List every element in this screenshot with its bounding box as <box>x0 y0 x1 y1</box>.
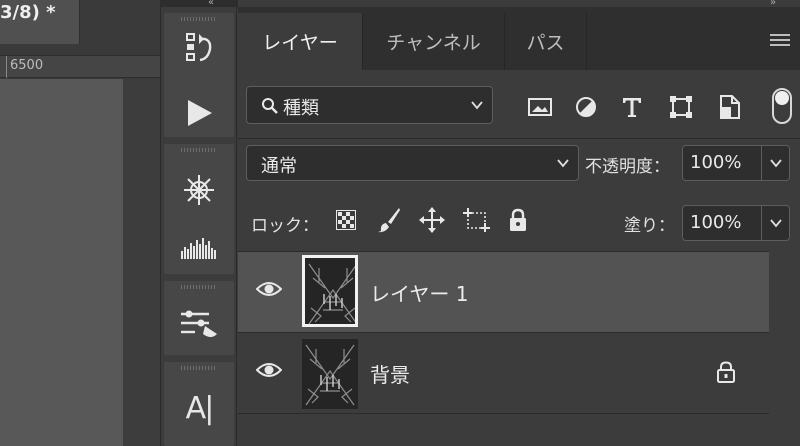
ruler-label: 6500 <box>10 58 44 73</box>
lock-row: ロック： 塗り： 100% <box>238 193 800 251</box>
toggle-knob <box>775 91 789 105</box>
eye-icon <box>255 282 283 296</box>
chevron-down-icon <box>557 159 569 168</box>
layer-visibility-toggle[interactable] <box>255 280 283 302</box>
document-canvas[interactable] <box>0 79 123 446</box>
filter-adjustment-button[interactable] <box>571 92 601 122</box>
opacity-input[interactable]: 100% <box>682 145 762 181</box>
filter-kind-select[interactable]: 種類 <box>246 86 493 124</box>
character-type-icon: A| <box>185 390 215 426</box>
layers-panel: レイヤー チャンネル パス 種類 通常 不透明度： 100% ロック： 塗り： … <box>238 7 800 446</box>
lock-artboard-button[interactable] <box>462 206 492 234</box>
tool-group-adjustments <box>164 281 234 355</box>
document-area: 3/8) * 6500 <box>0 0 160 446</box>
layer-visibility-toggle[interactable] <box>255 361 283 383</box>
navigator-wheel-icon <box>184 175 214 205</box>
filter-kind-value: 種類 <box>283 98 319 119</box>
move-arrows-icon <box>419 207 445 233</box>
opacity-dropdown-button[interactable] <box>761 145 790 181</box>
artboard-icon <box>463 208 490 232</box>
tab-paths[interactable]: パス <box>505 13 587 70</box>
layer-thumbnail[interactable] <box>302 339 358 409</box>
blend-mode-value: 通常 <box>261 156 297 177</box>
opacity-value: 100% <box>690 152 742 173</box>
filter-toggle-switch[interactable] <box>772 88 792 124</box>
lock-all-button[interactable] <box>506 206 530 234</box>
filter-smart-object-button[interactable] <box>715 92 745 122</box>
chevron-down-icon <box>770 219 782 228</box>
panel-menu-icon[interactable] <box>770 34 790 46</box>
fill-dropdown-button[interactable] <box>761 205 790 241</box>
panel-tab-bar: レイヤー チャンネル パス <box>238 7 800 70</box>
fill-label: 塗り： <box>624 216 675 236</box>
tool-group-history <box>164 13 234 137</box>
lock-label: ロック： <box>251 216 319 236</box>
layer-thumbnail[interactable] <box>302 255 358 327</box>
adjustments-button[interactable] <box>164 303 234 343</box>
layers-empty-area <box>238 414 769 446</box>
image-icon <box>528 98 552 116</box>
lock-icon <box>510 208 526 231</box>
group-grip[interactable] <box>181 366 217 370</box>
horizontal-ruler: 6500 <box>0 55 160 78</box>
lock-transparent-pixels-button[interactable] <box>334 207 358 233</box>
chevron-down-icon <box>471 101 483 110</box>
play-action-icon <box>188 100 212 126</box>
opacity-label: 不透明度： <box>585 157 670 177</box>
histogram-button[interactable] <box>164 228 234 268</box>
actions-button[interactable] <box>164 93 234 133</box>
adjustment-layer-icon <box>576 97 596 117</box>
layer-row-background[interactable]: 背景 <box>238 333 769 413</box>
tool-group-character: A| <box>164 362 234 446</box>
panel-scroll-gutter <box>769 251 800 446</box>
search-icon <box>262 98 278 114</box>
fill-input[interactable]: 100% <box>682 205 762 241</box>
histogram-icon <box>181 238 216 259</box>
layer-thumbnail-image <box>302 339 358 409</box>
shape-transform-icon <box>670 96 692 118</box>
history-icon <box>186 33 212 62</box>
lock-icon <box>717 361 735 383</box>
lock-position-button[interactable] <box>418 206 446 234</box>
layer-name[interactable]: レイヤー 1 <box>370 278 468 307</box>
layer-name[interactable]: 背景 <box>370 359 410 388</box>
layer-lock-indicator <box>716 361 736 387</box>
tool-group-navigator <box>164 144 234 274</box>
tab-channels[interactable]: チャンネル <box>363 13 505 70</box>
eye-icon <box>255 363 283 377</box>
character-button[interactable]: A| <box>164 388 234 428</box>
chevron-down-icon <box>770 159 782 168</box>
filter-shape-button[interactable] <box>666 92 696 122</box>
group-grip[interactable] <box>181 17 217 21</box>
tab-layers[interactable]: レイヤー <box>238 13 363 70</box>
filter-pixel-button[interactable] <box>525 92 555 122</box>
filter-type-button[interactable] <box>617 92 647 122</box>
ruler-tick <box>6 56 7 78</box>
panel-icon-strip: A| <box>160 7 237 446</box>
blend-mode-select[interactable]: 通常 <box>246 145 579 181</box>
lock-image-pixels-button[interactable] <box>376 206 402 234</box>
smart-object-icon <box>720 95 740 119</box>
tab-channels-label: チャンネル <box>386 32 481 54</box>
fill-value: 100% <box>690 212 742 233</box>
navigator-button[interactable] <box>164 170 234 210</box>
document-tab-title: 3/8) * <box>0 2 56 23</box>
adjustments-icon <box>181 310 217 337</box>
type-t-icon <box>623 98 641 117</box>
tab-layers-label: レイヤー <box>262 32 338 54</box>
blend-row: 通常 不透明度： 100% <box>238 139 800 193</box>
brush-icon <box>378 208 400 233</box>
layer-row-layer-1[interactable]: レイヤー 1 <box>238 252 769 332</box>
history-button[interactable] <box>164 27 234 67</box>
panel-collapse-bar: « » <box>160 0 776 8</box>
filter-row: 種類 <box>238 70 800 138</box>
tab-paths-label: パス <box>526 32 565 54</box>
group-grip[interactable] <box>181 285 217 289</box>
checkerboard-icon <box>336 210 356 230</box>
group-grip[interactable] <box>181 148 217 152</box>
tab-bar-empty <box>81 0 160 44</box>
layer-thumbnail-image <box>305 258 355 324</box>
document-tab[interactable]: 3/8) * <box>0 0 80 44</box>
